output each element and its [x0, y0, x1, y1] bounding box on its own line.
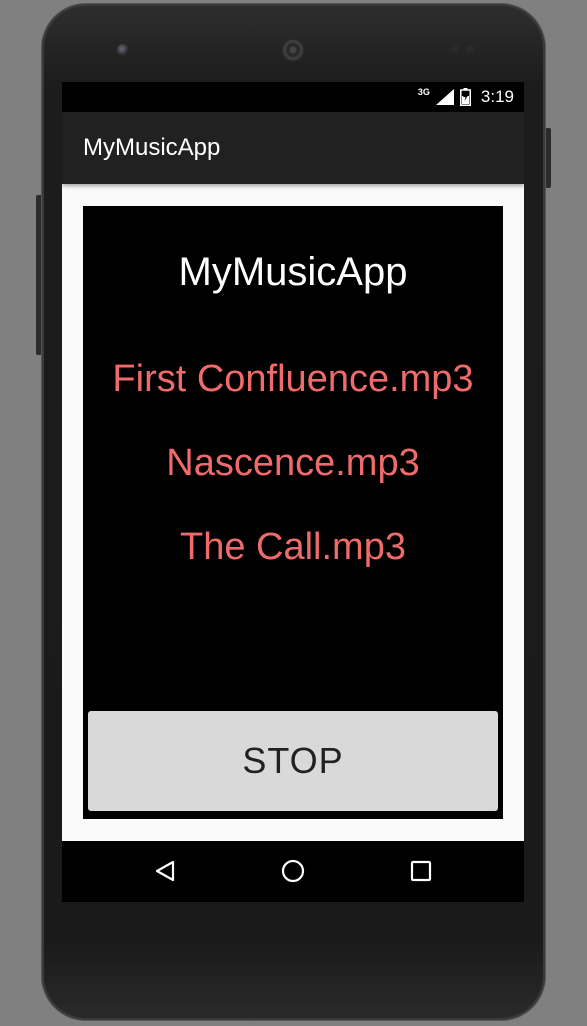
player-heading: MyMusicApp: [178, 250, 408, 294]
song-item-the-call[interactable]: The Call.mp3: [83, 524, 503, 570]
light-sensor: [466, 45, 474, 53]
navigation-bar: [62, 841, 524, 902]
device-screen: 3G 3:19 MyMusicApp MyMusicApp First Conf…: [62, 82, 524, 902]
power-button[interactable]: [545, 128, 551, 188]
signal-icon: [435, 89, 454, 105]
recents-icon: [410, 860, 432, 882]
song-item-first-confluence[interactable]: First Confluence.mp3: [83, 356, 503, 402]
status-bar: 3G 3:19: [62, 82, 524, 112]
home-icon: [281, 859, 305, 883]
player-panel: MyMusicApp First Confluence.mp3 Nascence…: [83, 206, 503, 819]
earpiece-speaker: [281, 38, 305, 62]
back-icon: [155, 860, 175, 882]
stop-button[interactable]: STOP: [88, 711, 498, 811]
nav-back-button[interactable]: [150, 856, 180, 886]
battery-icon: [459, 88, 471, 106]
network-type-label: 3G: [417, 87, 430, 97]
status-indicators: 3G 3:19: [418, 82, 514, 112]
song-item-nascence[interactable]: Nascence.mp3: [83, 440, 503, 486]
front-camera: [117, 44, 129, 56]
app-bar-title: MyMusicApp: [83, 134, 221, 161]
proximity-sensor: [451, 45, 459, 53]
app-bar: MyMusicApp: [62, 112, 524, 184]
nav-recents-button[interactable]: [406, 856, 436, 886]
nav-home-button[interactable]: [278, 856, 308, 886]
status-clock: 3:19: [480, 87, 514, 106]
